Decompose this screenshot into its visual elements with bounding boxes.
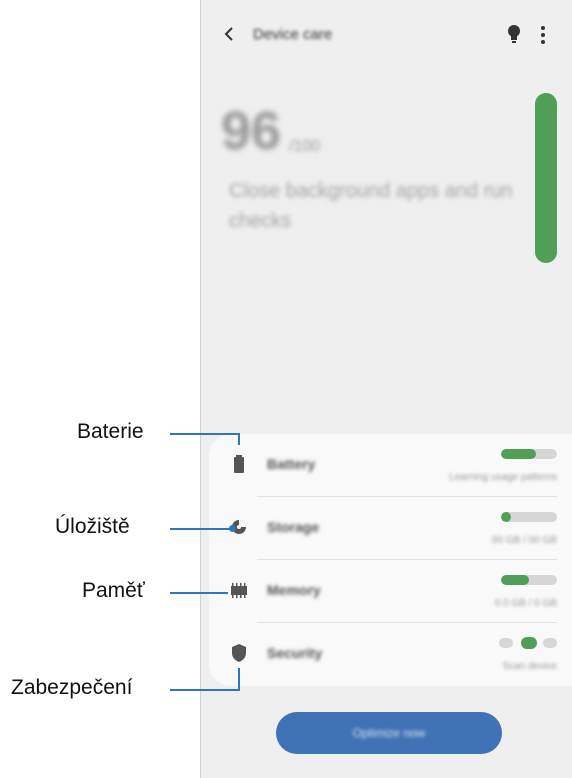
callout-node-storage bbox=[229, 525, 236, 532]
callout-line-security bbox=[170, 689, 240, 691]
status-dot bbox=[499, 638, 513, 648]
storage-progress-bar bbox=[501, 512, 557, 522]
item-detail: 0.0 GB / 0 GB bbox=[494, 598, 557, 609]
top-app-bar: Device care bbox=[201, 14, 572, 54]
item-detail: Scan device bbox=[502, 661, 557, 672]
status-dot-active bbox=[521, 637, 537, 649]
battery-icon bbox=[234, 455, 244, 473]
device-score: 96 bbox=[221, 101, 282, 161]
callout-line-memory bbox=[170, 592, 228, 594]
lightbulb-icon[interactable] bbox=[506, 24, 522, 46]
list-item-security[interactable]: Security Scan device bbox=[209, 623, 572, 686]
callout-memory: Paměť bbox=[82, 579, 145, 602]
page-title: Device care bbox=[253, 26, 333, 43]
item-label: Memory bbox=[267, 582, 321, 598]
score-indicator-bar bbox=[535, 93, 557, 263]
back-arrow-icon[interactable] bbox=[221, 26, 237, 42]
callout-line-storage bbox=[170, 528, 232, 530]
battery-progress-bar bbox=[501, 449, 557, 459]
callout-storage: Úložiště bbox=[55, 515, 130, 538]
device-score-unit: /100 bbox=[289, 138, 321, 155]
item-detail: 00 GB / 00 GB bbox=[491, 535, 557, 546]
list-item-memory[interactable]: Memory 0.0 GB / 0 GB bbox=[209, 560, 572, 623]
item-detail: Learning usage patterns bbox=[449, 472, 557, 483]
device-care-card: Battery Learning usage patterns Storage … bbox=[209, 434, 572, 686]
callout-line-battery-drop bbox=[238, 433, 240, 445]
memory-progress-bar bbox=[501, 575, 557, 585]
security-status-dots bbox=[499, 636, 557, 650]
optimize-now-button[interactable]: Optimize now bbox=[276, 712, 502, 754]
shield-icon bbox=[232, 644, 246, 662]
status-message: Close background apps and run checks bbox=[229, 180, 513, 232]
more-options-icon[interactable] bbox=[539, 24, 547, 46]
item-label: Storage bbox=[267, 519, 320, 535]
list-item-battery[interactable]: Battery Learning usage patterns bbox=[209, 434, 572, 497]
device-care-screen: Device care 96 /100 Close background app… bbox=[200, 0, 572, 778]
item-label: Battery bbox=[267, 456, 316, 472]
optimize-label: Optimize now bbox=[352, 726, 426, 740]
status-dot bbox=[543, 638, 557, 648]
callout-line-battery bbox=[170, 433, 240, 435]
callout-battery: Baterie bbox=[77, 420, 144, 443]
list-item-storage[interactable]: Storage 00 GB / 00 GB bbox=[209, 497, 572, 560]
callout-line-security-rise bbox=[238, 668, 240, 691]
memory-chip-icon bbox=[231, 583, 247, 598]
callout-security: Zabezpečení bbox=[11, 676, 133, 699]
item-label: Security bbox=[267, 645, 323, 661]
